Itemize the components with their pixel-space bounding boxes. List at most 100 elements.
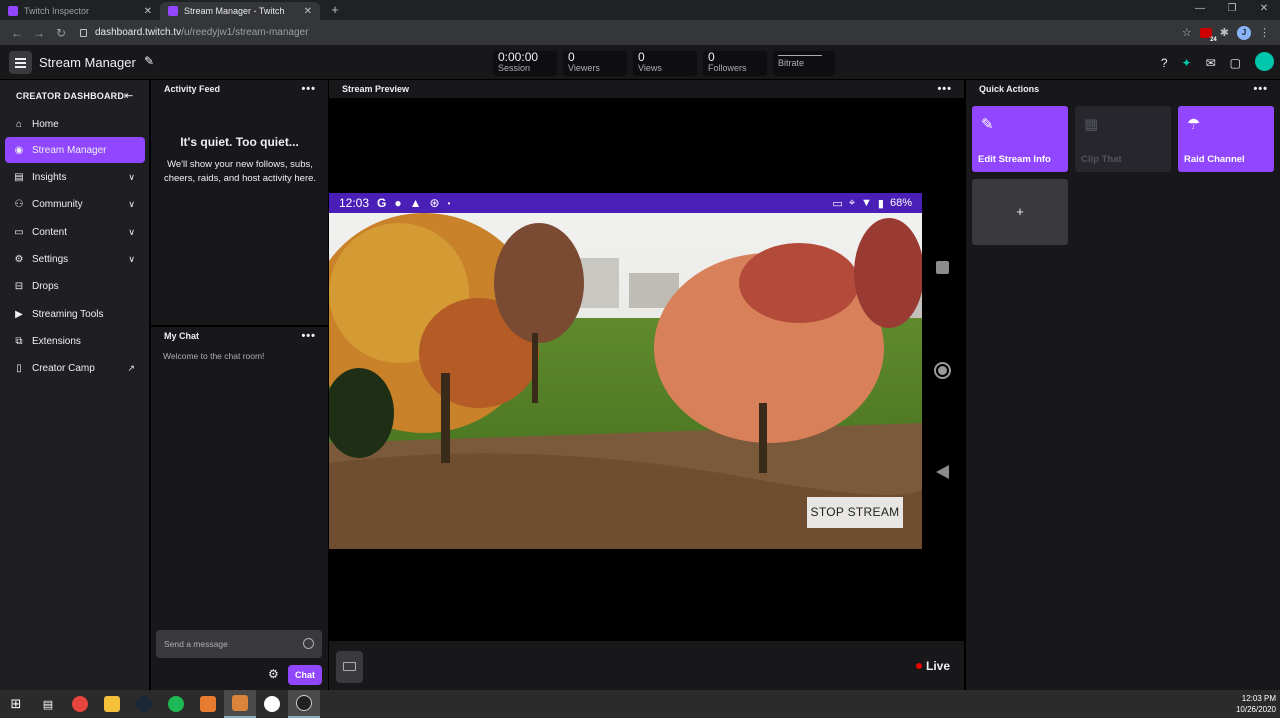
slack-icon[interactable] (256, 690, 288, 718)
wifi-icon: ▼ (861, 197, 872, 209)
android-recents-icon[interactable] (936, 261, 949, 274)
top-nav-icons: ? ✦ ✉ ▢ (1161, 52, 1274, 71)
battery-percent: 68% (889, 197, 912, 209)
extension-badge-icon[interactable]: 24 (1199, 27, 1218, 43)
live-indicator: Live (915, 659, 950, 673)
more-options-icon[interactable]: ••• (301, 83, 316, 95)
bookmark-star-icon[interactable]: ☆ (1182, 26, 1192, 39)
profile-avatar[interactable]: J (1237, 25, 1251, 40)
reload-icon[interactable]: ↻ (50, 26, 72, 40)
address-bar: ← → ↻ dashboard.twitch.tv/u/reedyjw1/str… (0, 20, 1280, 45)
app-f-icon[interactable] (192, 690, 224, 718)
chat-send-button[interactable]: Chat (288, 665, 322, 685)
chevron-down-icon: ∨ (128, 198, 135, 209)
circle-notification-icon: ● (394, 196, 402, 210)
browser-tab[interactable]: Twitch Inspector ✕ (0, 2, 160, 20)
live-dot-icon (915, 663, 922, 669)
help-icon[interactable]: ? (1161, 56, 1168, 70)
chat-panel: My Chat ••• Welcome to the chat room! Se… (151, 326, 328, 690)
more-options-icon[interactable]: ••• (301, 330, 316, 342)
edit-layout-pencil-icon[interactable]: ✎ (144, 54, 154, 68)
tab-title: Stream Manager - Twitch (184, 6, 285, 16)
sidebar-item-community[interactable]: ⚇ Community ∨ (5, 191, 145, 217)
chat-settings-gear-icon[interactable]: ⚙ (268, 667, 279, 681)
browser-tab-active[interactable]: Stream Manager - Twitch ✕ (160, 2, 320, 20)
sidebar-item-label: Community (32, 198, 83, 210)
quick-actions-panel: Quick Actions ••• ✎ Edit Stream Info ▦ C… (965, 80, 1280, 690)
stat-label: Bitrate (778, 58, 805, 68)
stat-label: Session (498, 63, 531, 73)
menu-toggle-button[interactable] (9, 51, 32, 74)
extension-area: ☆ 24 ✱ J ⋮ (1182, 25, 1270, 43)
more-options-icon[interactable]: ••• (1253, 83, 1268, 95)
system-clock[interactable]: 12:03 PM 10/26/2020 (1236, 693, 1276, 715)
sidebar-item-content[interactable]: ▭ Content ∨ (5, 219, 145, 245)
inbox-icon[interactable]: ✉ (1206, 56, 1216, 70)
clock-time: 12:03 PM (1241, 694, 1276, 703)
sparkle-icon[interactable]: ✦ (1182, 56, 1192, 70)
theatre-mode-button[interactable] (336, 651, 363, 683)
empty-state-title: It's quiet. Too quiet... (180, 135, 299, 149)
spotify-icon[interactable] (160, 690, 192, 718)
stat-value: 0 (568, 50, 575, 64)
android-back-icon[interactable] (936, 465, 949, 479)
close-tab-icon[interactable]: ✕ (144, 6, 152, 17)
sidebar-item-label: Streaming Tools (32, 308, 104, 320)
back-icon[interactable]: ← (6, 26, 28, 40)
sidebar-item-label: Drops (32, 280, 59, 292)
sidebar-item-home[interactable]: ⌂ Home (5, 111, 145, 137)
stat-label: Viewers (568, 63, 600, 73)
maps-app-icon[interactable] (224, 690, 256, 718)
live-label: Live (925, 659, 950, 673)
sidebar-item-streaming-tools[interactable]: ▶ Streaming Tools (5, 301, 145, 327)
more-options-icon[interactable]: ••• (937, 83, 952, 95)
raid-channel-button[interactable]: ☂ Raid Channel (1178, 106, 1274, 172)
add-quick-action-button[interactable]: + (972, 179, 1068, 245)
extensions-puzzle-icon[interactable]: ✱ (1220, 26, 1229, 39)
sidebar-item-drops[interactable]: ⊟ Drops (5, 273, 145, 299)
chrome-icon[interactable] (64, 690, 96, 718)
clip-that-button[interactable]: ▦ Clip That (1075, 106, 1171, 172)
sidebar-item-creator-camp[interactable]: ▯ Creator Camp ↗ (5, 355, 145, 381)
android-home-icon[interactable] (934, 362, 951, 379)
phone-time: 12:03 (339, 196, 370, 210)
battery-icon: ▮ (877, 197, 884, 210)
stream-stats: 0:00:00 Session 0 Viewers 0 Views 0 Foll… (493, 51, 835, 76)
google-icon: G (377, 196, 387, 210)
clapper-icon: ▦ (1084, 116, 1099, 133)
file-explorer-icon[interactable] (96, 690, 128, 718)
steam-icon[interactable] (128, 690, 160, 718)
sidebar-item-settings[interactable]: ⚙ Settings ∨ (5, 246, 145, 272)
sync-icon: ⊛ (429, 196, 440, 210)
browser-menu-icon[interactable]: ⋮ (1259, 26, 1270, 39)
url-field[interactable]: dashboard.twitch.tv/u/reedyjw1/stream-ma… (80, 27, 1182, 38)
user-avatar[interactable] (1255, 52, 1274, 71)
sidebar-item-stream-manager[interactable]: ◉ Stream Manager (5, 137, 145, 163)
whispers-icon[interactable]: ▢ (1230, 56, 1241, 70)
sidebar-item-extensions[interactable]: ⧉ Extensions (5, 328, 145, 354)
panel-title: Activity Feed (164, 84, 221, 94)
stream-video[interactable]: 12:03 G ● ▲ ⊛ • ▭ ⌖ ▼ ▮ 68% STOP STREAM (329, 193, 922, 549)
panel-title: Stream Preview (342, 84, 410, 94)
new-tab-button[interactable]: + (326, 2, 344, 20)
forward-icon[interactable]: → (28, 26, 50, 40)
stop-stream-button[interactable]: STOP STREAM (807, 497, 903, 528)
screen-icon (343, 662, 356, 671)
twitch-favicon-icon (8, 6, 18, 16)
emote-picker-icon[interactable] (303, 638, 314, 649)
close-tab-icon[interactable]: ✕ (304, 6, 312, 17)
restore-icon[interactable]: ❐ (1216, 0, 1248, 20)
collapse-sidebar-icon[interactable]: ⇤ (124, 89, 133, 102)
extension-badge-count: 24 (1209, 36, 1218, 43)
location-icon: ⌖ (848, 196, 856, 209)
close-window-icon[interactable]: ✕ (1248, 0, 1280, 20)
parachute-icon: ☂ (1187, 116, 1201, 133)
edit-stream-info-button[interactable]: ✎ Edit Stream Info (972, 106, 1068, 172)
task-view-icon[interactable]: ▤ (32, 690, 64, 718)
window-controls: — ❐ ✕ (1184, 0, 1280, 20)
obs-icon[interactable] (288, 690, 320, 718)
windows-start-icon[interactable]: ⊞ (0, 690, 32, 718)
sidebar-item-insights[interactable]: ▤ Insights ∨ (5, 164, 145, 190)
chat-message-input[interactable]: Send a message (156, 630, 322, 658)
minimize-icon[interactable]: — (1184, 0, 1216, 20)
